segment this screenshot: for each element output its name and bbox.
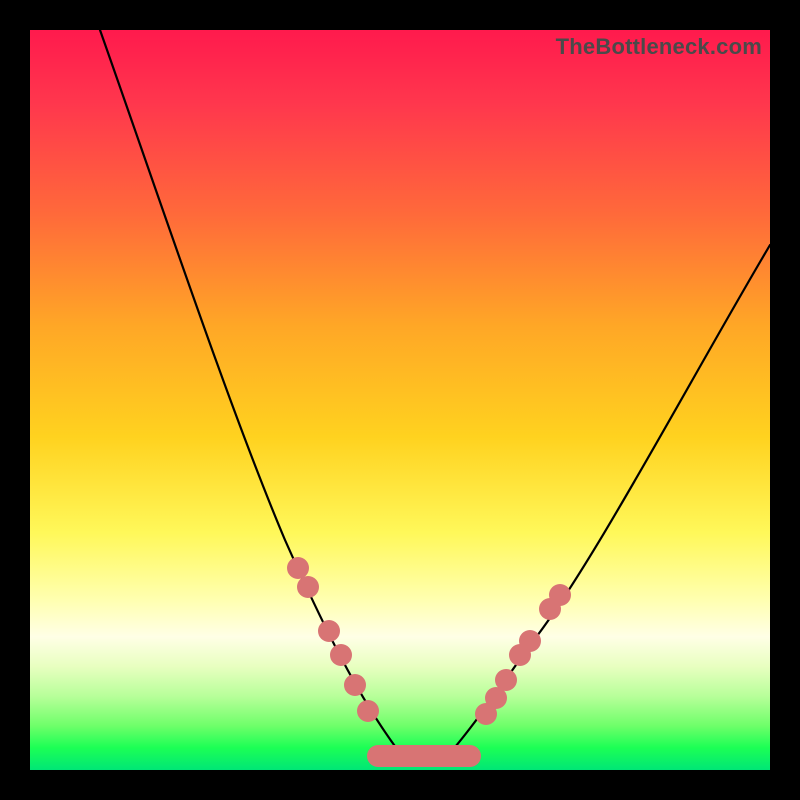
marker-dot (287, 557, 309, 579)
marker-dot (318, 620, 340, 642)
marker-dot (330, 644, 352, 666)
curve-left (100, 30, 400, 753)
marker-dot (297, 576, 319, 598)
marker-dot (475, 703, 497, 725)
marker-dot (357, 700, 379, 722)
plot-area: TheBottleneck.com (30, 30, 770, 770)
marker-dot (509, 644, 531, 666)
marker-dot (539, 598, 561, 620)
chart-frame: TheBottleneck.com (0, 0, 800, 800)
marker-dot (344, 674, 366, 696)
chart-svg (30, 30, 770, 770)
